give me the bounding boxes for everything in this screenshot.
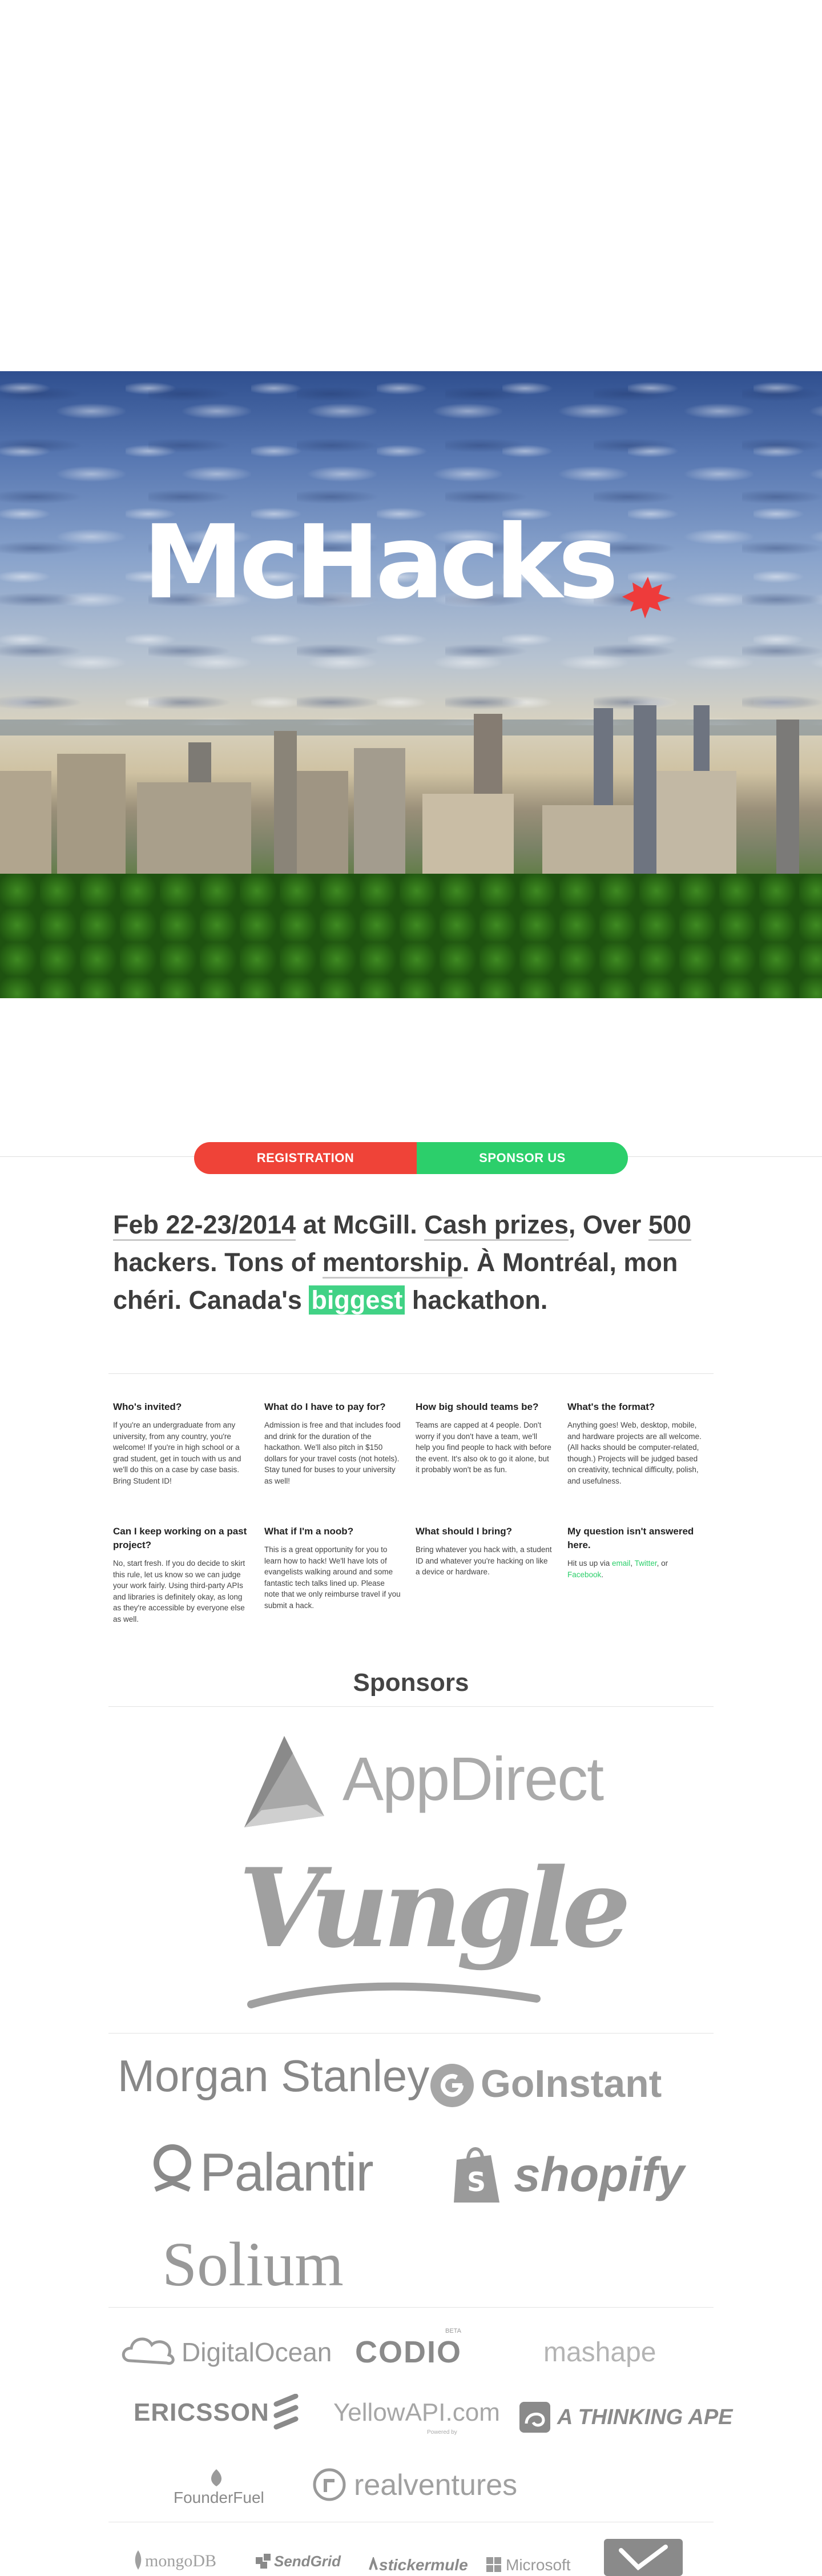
stickermule-logo: stickermule [379,2556,468,2574]
faq-item: My question isn't answered here. Hit us … [567,1525,704,1580]
faq-answer: If you're an undergraduate from any univ… [113,1421,241,1485]
tagline-text: hackathon. [405,1285,548,1315]
stickermule-icon [369,2557,378,2570]
codio-beta-badge: BETA [445,2328,461,2334]
sponsors-tier-divider [108,2033,714,2034]
sendgrid-icon [256,2554,271,2569]
tagline-text: at McGill. [296,1210,425,1239]
solium-logo: Solium [162,2229,344,2299]
faq-question: What's the format? [567,1401,655,1412]
tagline-text: hackers. Tons of [113,1248,323,1277]
tagline-date: Feb 22-23/2014 [113,1210,296,1241]
faq-question: Who's invited? [113,1401,182,1412]
mashape-logo: mashape [543,2337,656,2368]
yellowapi-logo: YellowAPI.com [333,2398,500,2426]
tagline-hackers-count: 500 [648,1210,692,1241]
skyline-tower [634,705,656,882]
twitter-link[interactable]: Twitter [635,1559,657,1568]
skyline-building [354,748,405,874]
faq-answer: Hit us up via email, Twitter, or Faceboo… [567,1558,704,1580]
tagline-highlight: biggest [309,1285,405,1315]
founderfuel-flame-icon [211,2469,222,2486]
faq-question: My question isn't answered here. [567,1526,694,1550]
tagline-prizes: Cash prizes [424,1210,569,1241]
realventures-icon [313,2468,346,2501]
faq-question: What should I bring? [416,1526,513,1537]
faq-answer-text: , [630,1559,635,1568]
skyline-tower [776,720,799,874]
faq-question: What do I have to pay for? [264,1401,386,1412]
faq-top-divider [108,1373,714,1374]
microsoft-logo: Microsoft [506,2556,571,2574]
skyline-building [297,771,348,879]
faq-item: What's the format? Anything goes! Web, d… [567,1400,704,1486]
shopify-bag-icon: S [454,2147,499,2203]
faq-item: What if I'm a noob? This is a great oppo… [264,1525,401,1611]
sponsors-divider [108,1706,714,1707]
goinstant-icon [430,2064,474,2107]
faq-answer: This is a great opportunity for you to l… [264,1545,401,1610]
digitalocean-cloud-icon [122,2337,175,2365]
skyline-building [0,771,51,879]
sendgrid-logo: SendGrid [274,2553,341,2570]
sponsors-tier-divider [108,2307,714,2308]
faq-item: How big should teams be? Teams are cappe… [416,1400,553,1476]
faq-answer-text: . [601,1570,604,1579]
yellowapi-powered-by: Powered by [427,2429,457,2436]
faq-answer: Admission is free and that includes food… [264,1421,401,1485]
svg-text:S: S [467,2167,486,2197]
tagline-text: , Over [568,1210,648,1239]
faq-question: How big should teams be? [416,1401,539,1412]
faq-answer: Anything goes! Web, desktop, mobile, and… [567,1421,702,1485]
thinking-ape-icon [519,2402,550,2433]
goinstant-logo: GoInstant [481,2062,662,2105]
faq-answer: Bring whatever you hack with, a student … [416,1545,552,1576]
vungle-logo: Vungle [239,1844,631,1972]
event-tagline: Feb 22-23/2014 at McGill. Cash prizes, O… [113,1206,730,1319]
appdirect-logo: AppDirect [342,1744,604,1813]
morgan-stanley-logo: Morgan Stanley [118,2051,430,2101]
sponsor-us-button[interactable]: SPONSOR US [417,1142,628,1174]
maple-leaf-icon [622,577,671,618]
ericsson-icon [273,2394,299,2430]
mongodb-logo: mongoDB [145,2551,217,2570]
skyline-building [656,771,736,885]
appdirect-logo-icon [244,1736,324,1827]
facebook-link[interactable]: Facebook [567,1570,601,1579]
partner-badge-icon [604,2539,683,2576]
codio-logo: CODIO [355,2335,462,2369]
faq-answer: No, start fresh. If you do decide to ski… [113,1559,245,1623]
faq-item: Who's invited? If you're an undergraduat… [113,1400,250,1486]
sponsors-heading: Sponsors [353,1669,469,1697]
skyline-building [137,782,251,879]
mongodb-leaf-icon [135,2550,142,2570]
palantir-icon [154,2144,191,2192]
ericsson-logo: ERICSSON [134,2398,269,2426]
faq-item: Can I keep working on a past project? No… [113,1525,250,1625]
faq-item: What should I bring? Bring whatever you … [416,1525,553,1578]
faq-answer-text: , or [656,1559,668,1568]
shopify-logo: shopify [514,2148,684,2201]
microsoft-windows-icon [486,2557,501,2572]
founderfuel-logo: FounderFuel [174,2489,264,2506]
tagline-mentorship: mentorship [322,1248,462,1279]
faq-answer-text: Hit us up via [567,1559,613,1568]
hero-banner: McHacks [0,371,822,998]
skyline-tower [274,731,297,874]
faq-answer: Teams are capped at 4 people. Don't worr… [416,1421,551,1474]
logo-wordmark: McHacks [143,503,619,621]
mchacks-logo: McHacks [143,503,679,621]
digitalocean-logo: DigitalOcean [182,2337,332,2367]
realventures-logo: realventures [354,2469,518,2502]
faq-question: Can I keep working on a past project? [113,1526,247,1550]
palantir-logo: Palantir [200,2142,374,2202]
registration-button[interactable]: REGISTRATION [194,1142,417,1174]
thinking-ape-logo: A THINKING APE [557,2405,733,2429]
faq-question: What if I'm a noob? [264,1526,354,1537]
faq-item: What do I have to pay for? Admission is … [264,1400,401,1486]
skyline-building [57,754,126,874]
hero-trees [0,874,822,998]
email-link[interactable]: email [612,1559,630,1568]
vungle-swoosh [247,1982,541,2008]
